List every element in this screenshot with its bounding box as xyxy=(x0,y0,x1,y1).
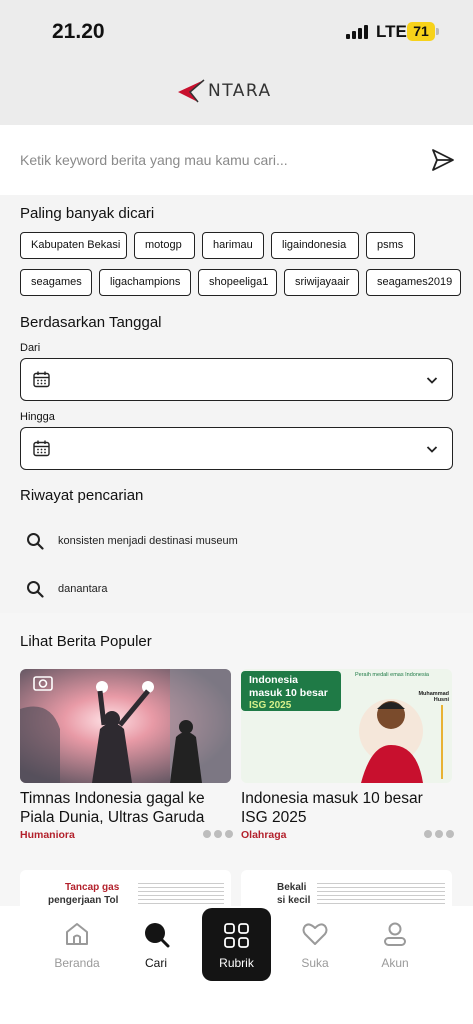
grid-icon xyxy=(224,923,249,948)
info-headline-1: Indonesia xyxy=(249,674,299,686)
partial-headline: si kecil xyxy=(277,895,311,906)
nav-suka[interactable]: Suka xyxy=(275,906,355,986)
nav-label: Suka xyxy=(301,956,329,970)
chip[interactable]: Kabupaten Bekasi xyxy=(20,232,127,259)
heart-icon xyxy=(302,923,328,945)
from-date-field[interactable] xyxy=(20,358,453,401)
calendar-icon xyxy=(33,371,50,388)
more-options-icon[interactable] xyxy=(203,830,233,838)
flare-photo xyxy=(20,669,231,783)
nav-cari[interactable]: Cari xyxy=(116,906,196,986)
news-category-1[interactable]: Humaniora xyxy=(20,829,75,841)
chip[interactable]: ligachampions xyxy=(99,269,191,296)
chip[interactable]: seagames2019 xyxy=(366,269,461,296)
history-item[interactable]: konsisten menjadi destinasi museum xyxy=(20,521,453,561)
history-item[interactable]: danantara xyxy=(20,569,453,609)
chip[interactable]: sriwijayaair xyxy=(284,269,359,296)
nav-label: Rubrik xyxy=(219,956,254,970)
chevron-down-icon xyxy=(426,377,438,384)
to-date-field[interactable] xyxy=(20,427,453,470)
search-input[interactable] xyxy=(20,145,410,175)
news-image-1[interactable] xyxy=(20,669,231,783)
search-icon xyxy=(27,581,44,598)
search-icon xyxy=(27,533,44,550)
search-bar xyxy=(0,125,473,195)
more-options-icon[interactable] xyxy=(424,830,454,838)
partial-headline: pengerjaan Tol xyxy=(48,895,119,906)
partial-headline: Bekali xyxy=(277,882,307,893)
popular-searches-title: Paling banyak dicari xyxy=(20,205,155,222)
nav-akun[interactable]: Akun xyxy=(355,906,435,986)
nav-label: Akun xyxy=(381,956,409,970)
info-side-title: Peraih medali emas Indonesia xyxy=(355,672,429,678)
partial-headline: Tancap gas xyxy=(65,882,120,893)
news-image-2[interactable]: Indonesia masuk 10 besar ISG 2025 Peraih… xyxy=(241,669,452,783)
signal-icon xyxy=(346,25,370,39)
chip-row-2: seagames ligachampions shopeeliga1 sriwi… xyxy=(20,269,461,296)
network-type: LTE xyxy=(376,22,407,41)
chip[interactable]: shopeeliga1 xyxy=(198,269,277,296)
chip-row-1: Kabupaten Bekasi motogp harimau ligaindo… xyxy=(20,232,415,259)
news-title-1[interactable]: Timnas Indonesia gagal ke Piala Dunia, U… xyxy=(20,789,231,827)
chip[interactable]: motogp xyxy=(134,232,195,259)
info-headline-2: masuk 10 besar xyxy=(249,687,328,699)
battery-icon: 71 xyxy=(407,22,435,41)
history-title: Riwayat pencarian xyxy=(20,487,144,504)
logo-mark-icon xyxy=(178,79,205,103)
calendar-icon xyxy=(33,440,50,457)
nav-label: Beranda xyxy=(54,956,100,970)
news-title-2[interactable]: Indonesia masuk 10 besar ISG 2025 xyxy=(241,789,452,827)
from-label: Dari xyxy=(20,342,41,354)
chip[interactable]: harimau xyxy=(202,232,264,259)
home-icon xyxy=(66,923,88,945)
nav-label: Cari xyxy=(144,956,167,970)
chip[interactable]: seagames xyxy=(20,269,92,296)
to-label: Hingga xyxy=(20,411,55,423)
popular-news-title: Lihat Berita Populer xyxy=(20,633,152,650)
history-item-label: konsisten menjadi destinasi museum xyxy=(58,535,238,547)
battery-tip xyxy=(436,28,439,35)
user-icon xyxy=(384,922,406,946)
search-icon xyxy=(145,923,170,948)
antara-logo[interactable]: NTARA xyxy=(176,76,272,106)
nav-beranda[interactable]: Beranda xyxy=(37,906,117,986)
logo-text: NTARA xyxy=(208,81,272,101)
news-category-2[interactable]: Olahraga xyxy=(241,829,287,841)
send-icon[interactable] xyxy=(430,147,456,173)
info-headline-3: ISG 2025 xyxy=(249,700,292,711)
nav-rubrik[interactable]: Rubrik xyxy=(202,908,271,981)
history-item-label: danantara xyxy=(58,583,108,595)
status-time: 21.20 xyxy=(52,20,105,43)
chevron-down-icon xyxy=(426,446,438,453)
chip[interactable]: psms xyxy=(366,232,415,259)
info-athlete-name: Muhammad Husni xyxy=(418,691,449,703)
date-filter-title: Berdasarkan Tanggal xyxy=(20,314,162,331)
app-header: 21.20 LTE 71 NTARA xyxy=(0,0,473,125)
chip[interactable]: ligaindonesia xyxy=(271,232,359,259)
